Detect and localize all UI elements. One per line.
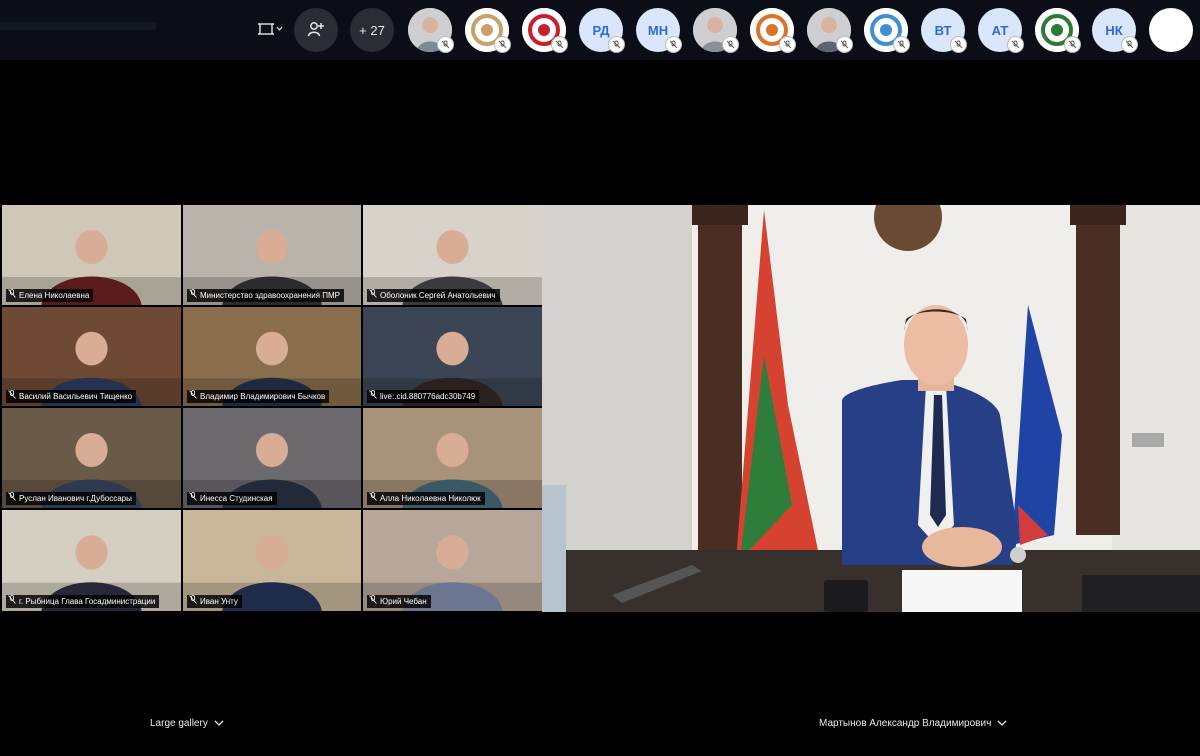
participant-avatar-14[interactable] [1149, 8, 1193, 52]
participant-name-label: Руслан Иванович г.Дубоссары [6, 492, 136, 505]
participant-avatar-12[interactable] [1035, 8, 1081, 53]
participant-name-label: г. Рыбница Глава Госадминистрации [6, 595, 160, 608]
mic-muted-icon [608, 36, 625, 53]
speaker-selector[interactable]: Мартынов Александр Владимирович [819, 718, 1007, 729]
participant-avatar-4[interactable]: РД [579, 8, 625, 53]
participant-avatar-11[interactable]: АТ [978, 8, 1024, 53]
avatar-initials: ВТ [934, 22, 952, 38]
participant-name: Инесса Студинская [200, 494, 273, 503]
participant-name: Руслан Иванович г.Дубоссары [19, 494, 132, 503]
participant-name: live:.cid.880776adc30b749 [380, 392, 476, 401]
participant-name: Владимир Владимирович Бычков [200, 392, 326, 401]
participant-video-tile[interactable]: Иван Унту [183, 510, 361, 611]
add-person-icon [307, 20, 325, 41]
active-speaker-video[interactable] [542, 205, 1200, 612]
participant-name-label: Алла Николаевна Николюк [367, 492, 485, 505]
speaker-video-frame [542, 205, 1200, 612]
gallery-view-selector[interactable]: Large gallery [150, 718, 224, 729]
window-title-bar [0, 22, 156, 30]
mic-muted-icon [369, 289, 377, 302]
more-participants-count: + 27 [359, 22, 385, 38]
mic-muted-icon [437, 36, 454, 53]
mic-muted-icon [369, 492, 377, 505]
participant-avatar-1[interactable] [408, 8, 454, 53]
participant-video-tile[interactable]: Елена Николаевна [2, 205, 181, 305]
screen-layout-icon [257, 21, 283, 40]
participant-avatar-7[interactable] [750, 8, 796, 53]
participant-name-label: Елена Николаевна [6, 289, 94, 302]
participant-name-label: Оболоник Сергей Анатольевич [367, 289, 500, 302]
participant-avatar-8[interactable] [807, 8, 853, 53]
participant-name: Алла Николаевна Николюк [380, 494, 481, 503]
avatar-initials: МН [647, 22, 669, 38]
participant-avatar-10[interactable]: ВТ [921, 8, 967, 53]
participant-video-tile[interactable]: live:.cid.880776adc30b749 [363, 307, 542, 406]
participant-avatar-13[interactable]: НК [1092, 8, 1138, 53]
avatar-initials: РД [592, 22, 610, 38]
participant-name-label: Юрий Чебан [367, 595, 431, 608]
participant-name: Елена Николаевна [19, 291, 90, 300]
mic-muted-icon [893, 36, 910, 53]
participant-video-tile[interactable]: Министерство здравоохранения ПМР [183, 205, 361, 305]
layout-switch-button[interactable] [250, 8, 290, 52]
participant-name-label: Иван Унту [187, 595, 242, 608]
gallery-view-label: Large gallery [150, 718, 208, 729]
participant-video-tile[interactable]: Юрий Чебан [363, 510, 542, 611]
mic-muted-icon [836, 36, 853, 53]
participant-video-tile[interactable]: г. Рыбница Глава Госадминистрации [2, 510, 181, 611]
mic-muted-icon [8, 492, 16, 505]
mic-muted-icon [189, 390, 197, 403]
avatar-initials: АТ [991, 22, 1009, 38]
participant-name-label: Министерство здравоохранения ПМР [187, 289, 344, 302]
mic-muted-icon [494, 36, 511, 53]
mic-muted-icon [1064, 36, 1081, 53]
participant-name: Оболоник Сергей Анатольевич [380, 291, 496, 300]
more-participants-button[interactable]: + 27 [350, 8, 394, 52]
chevron-down-icon [214, 718, 224, 729]
participant-avatar-9[interactable] [864, 8, 910, 53]
mic-muted-icon [551, 36, 568, 53]
participant-avatar-5[interactable]: МН [636, 8, 682, 53]
speaker-name-label: Мартынов Александр Владимирович [819, 718, 992, 729]
mic-muted-icon [779, 36, 796, 53]
participant-video-tile[interactable]: Владимир Владимирович Бычков [183, 307, 361, 406]
video-gallery: Елена Николаевна Министерство здравоохран… [2, 205, 542, 611]
mic-muted-icon [369, 595, 377, 608]
participant-name: Юрий Чебан [380, 597, 427, 606]
mic-muted-icon [950, 36, 967, 53]
participant-video-tile[interactable]: Василий Васильевич Тищенко [2, 307, 181, 406]
participant-name-label: Василий Васильевич Тищенко [6, 390, 137, 403]
mic-muted-icon [189, 289, 197, 302]
mic-muted-icon [189, 492, 197, 505]
participant-video-tile[interactable]: Оболоник Сергей Анатольевич [363, 205, 542, 305]
mic-muted-icon [722, 36, 739, 53]
participant-avatar-2[interactable] [465, 8, 511, 53]
mic-muted-icon [369, 390, 377, 403]
participant-avatar-3[interactable] [522, 8, 568, 53]
participant-name: г. Рыбница Глава Госадминистрации [19, 597, 156, 606]
participant-video-tile[interactable]: Руслан Иванович г.Дубоссары [2, 408, 181, 508]
avatar-initials: НК [1105, 22, 1123, 38]
top-toolbar: + 27 РД МН ВТ АТ НК [0, 0, 1200, 60]
participant-video-tile[interactable]: Инесса Студинская [183, 408, 361, 508]
participant-name-label: Инесса Студинская [187, 492, 277, 505]
participant-name: Василий Васильевич Тищенко [19, 392, 133, 401]
participant-name: Министерство здравоохранения ПМР [200, 291, 340, 300]
avatar-image [1149, 8, 1193, 52]
participant-name-label: Владимир Владимирович Бычков [187, 390, 330, 403]
participant-video-tile[interactable]: Алла Николаевна Николюк [363, 408, 542, 508]
mic-muted-icon [665, 36, 682, 53]
mic-muted-icon [8, 289, 16, 302]
participant-avatar-6[interactable] [693, 8, 739, 53]
participant-name: Иван Унту [200, 597, 238, 606]
participant-name-label: live:.cid.880776adc30b749 [367, 390, 480, 403]
mic-muted-icon [1007, 36, 1024, 53]
chevron-down-icon [997, 718, 1007, 729]
mic-muted-icon [1121, 36, 1138, 53]
add-participant-button[interactable] [294, 8, 338, 52]
mic-muted-icon [189, 595, 197, 608]
mic-muted-icon [8, 390, 16, 403]
mic-muted-icon [8, 595, 16, 608]
